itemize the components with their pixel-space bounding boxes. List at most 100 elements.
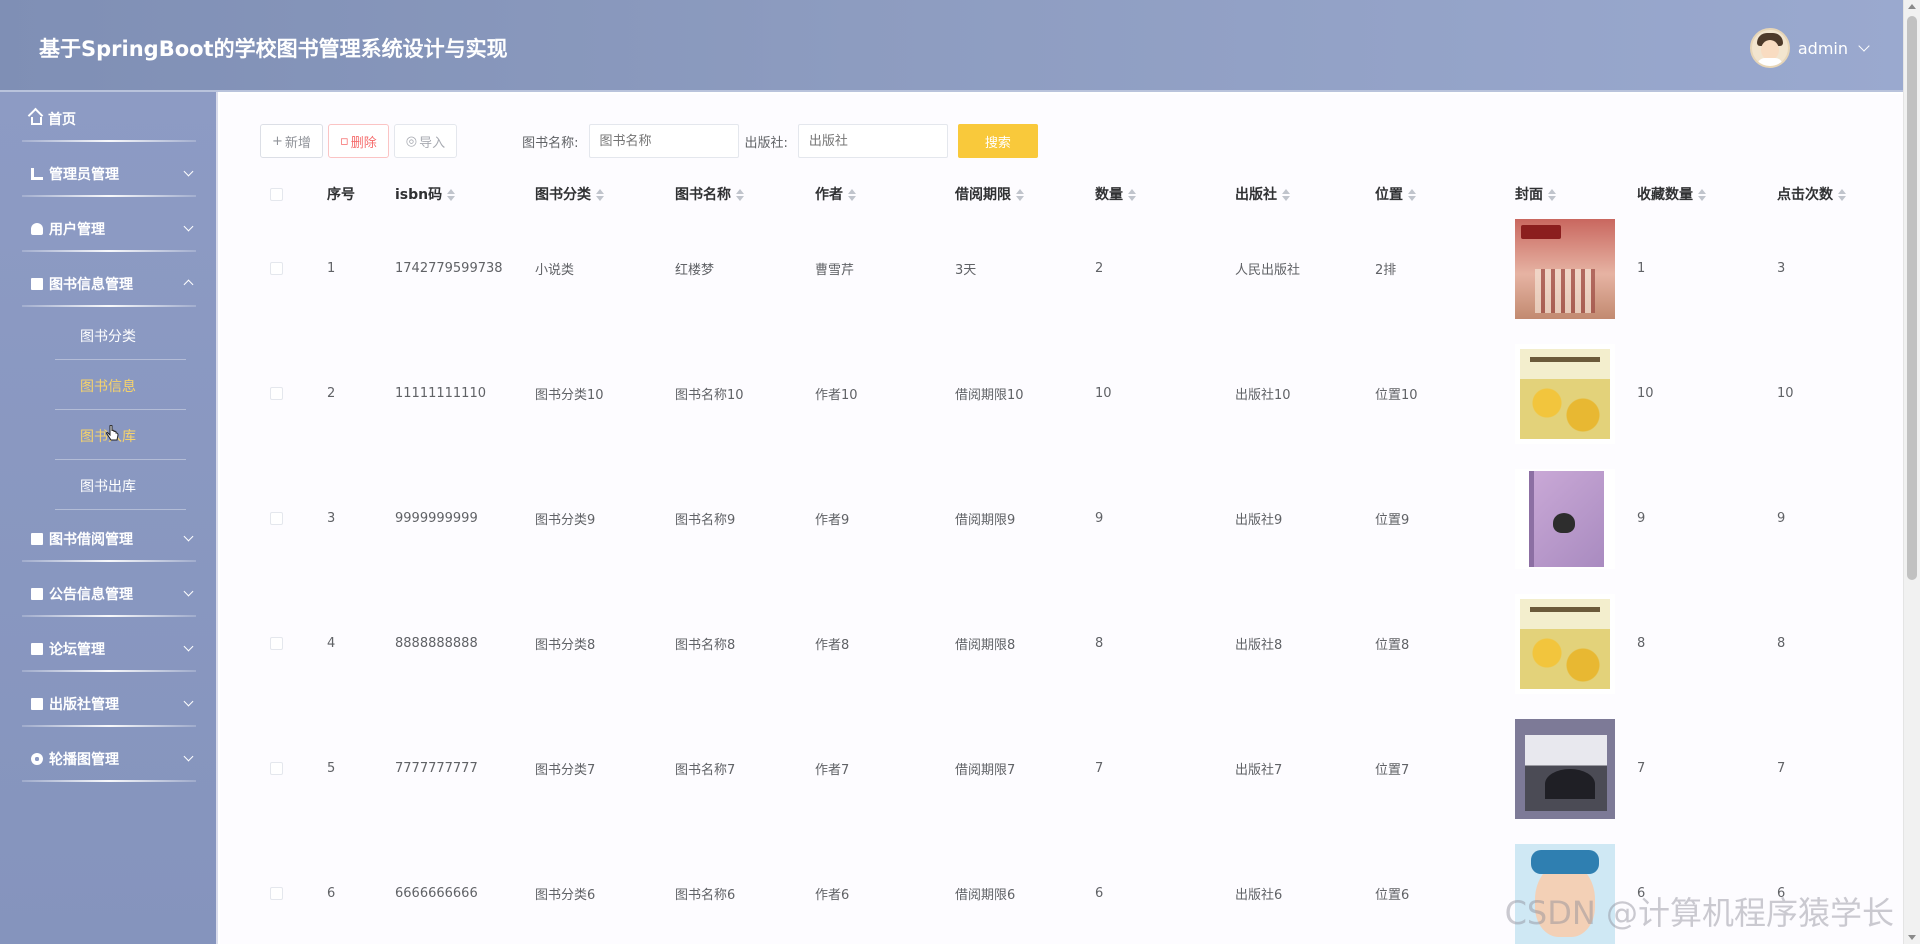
sidebar-item-book-info[interactable]: 图书信息管理 <box>0 256 216 311</box>
username[interactable]: admin <box>1798 39 1848 58</box>
column-header-author[interactable]: 作者 <box>815 184 955 204</box>
scroll-down-icon[interactable] <box>1908 935 1916 940</box>
book-cover-image[interactable] <box>1515 593 1615 694</box>
cell-isbn: 7777777777 <box>395 761 478 776</box>
page-scrollbar[interactable] <box>1903 0 1920 944</box>
sort-icon[interactable] <box>1128 189 1136 201</box>
sidebar-subitem-book-category[interactable]: 图书分类 <box>0 311 216 361</box>
column-header-name[interactable]: 图书名称 <box>675 184 815 204</box>
sort-icon[interactable] <box>1016 189 1024 201</box>
sort-icon[interactable] <box>1282 189 1290 201</box>
scroll-up-icon[interactable] <box>1908 4 1916 9</box>
chevron-down-icon <box>183 531 194 542</box>
sort-icon[interactable] <box>848 189 856 201</box>
sort-icon[interactable] <box>1838 189 1846 201</box>
cell-favorites: 1 <box>1637 261 1646 276</box>
sidebar-item-label: 图书信息管理 <box>49 276 133 293</box>
sidebar-item-publisher[interactable]: 出版社管理 <box>0 676 216 731</box>
book-cover-image[interactable] <box>1515 343 1615 444</box>
column-header-period[interactable]: 借阅期限 <box>955 184 1095 204</box>
carousel-icon <box>31 752 43 765</box>
book-cover-image[interactable] <box>1515 218 1615 319</box>
table-row[interactable]: 1 1742779599738 小说类 红楼梦 曹雪芹 3天 2 人民出版社 2… <box>260 206 1880 331</box>
sort-icon[interactable] <box>736 189 744 201</box>
column-header-qty[interactable]: 数量 <box>1095 184 1235 204</box>
cell-isbn: 8888888888 <box>395 636 478 651</box>
cell-idx: 1 <box>327 261 336 276</box>
sidebar-item-label: 首页 <box>48 112 76 128</box>
cell-isbn: 9999999999 <box>395 511 478 526</box>
cell-publisher: 出版社10 <box>1235 388 1291 403</box>
sidebar-subitem-label: 图书信息 <box>80 379 136 395</box>
select-all-checkbox[interactable] <box>270 187 283 201</box>
sidebar-item-forum[interactable]: 论坛管理 <box>0 621 216 676</box>
table-row[interactable]: 5 7777777777 图书分类7 图书名称7 作者7 借阅期限7 7 出版社… <box>260 706 1880 831</box>
tree-icon <box>31 167 43 180</box>
book-name-input[interactable] <box>588 124 739 158</box>
row-checkbox[interactable] <box>270 262 283 275</box>
sidebar-item-home[interactable]: 首页 <box>0 92 216 146</box>
row-checkbox[interactable] <box>270 637 283 650</box>
sidebar-item-label: 公告信息管理 <box>49 586 133 603</box>
column-header-label: 封面 <box>1515 187 1543 203</box>
trash-icon: ▫ <box>339 133 349 149</box>
publisher-input[interactable] <box>797 124 948 158</box>
column-header-category[interactable]: 图书分类 <box>535 184 675 204</box>
cell-name: 图书名称10 <box>675 388 744 403</box>
add-button[interactable]: + 新增 <box>260 124 323 158</box>
column-header-clicks[interactable]: 点击次数 <box>1777 184 1877 204</box>
sort-icon[interactable] <box>1548 189 1556 201</box>
scrollbar-thumb[interactable] <box>1907 16 1917 580</box>
cell-category: 图书分类7 <box>535 763 596 778</box>
column-header-favorites[interactable]: 收藏数量 <box>1637 184 1777 204</box>
row-checkbox[interactable] <box>270 387 283 400</box>
search-button[interactable]: 搜索 <box>957 124 1038 158</box>
column-header-label: 位置 <box>1375 187 1403 203</box>
column-header-label: 点击次数 <box>1777 187 1833 203</box>
cell-category: 图书分类9 <box>535 513 596 528</box>
cell-author: 作者9 <box>815 513 850 528</box>
column-header-label: 图书分类 <box>535 187 591 203</box>
table-row[interactable]: 3 9999999999 图书分类9 图书名称9 作者9 借阅期限9 9 出版社… <box>260 456 1880 581</box>
sort-icon[interactable] <box>596 189 604 201</box>
sidebar-subitem-label: 图书出库 <box>80 479 136 495</box>
cell-author: 曹雪芹 <box>815 263 855 278</box>
row-checkbox[interactable] <box>270 762 283 775</box>
user-menu[interactable]: admin <box>1749 28 1870 68</box>
delete-button[interactable]: ▫ 删除 <box>327 124 389 158</box>
column-header-label: 作者 <box>815 187 843 203</box>
chevron-down-icon[interactable] <box>1858 40 1870 52</box>
sidebar-item-notice[interactable]: 公告信息管理 <box>0 566 216 621</box>
chevron-down-icon <box>183 586 194 597</box>
sidebar-item-label: 管理员管理 <box>49 166 119 183</box>
cell-isbn: 6666666666 <box>395 886 478 901</box>
avatar[interactable] <box>1749 28 1790 68</box>
table-row[interactable]: 2 11111111110 图书分类10 图书名称10 作者10 借阅期限10 … <box>260 331 1880 456</box>
column-header-isbn[interactable]: isbn码 <box>395 184 535 204</box>
book-icon <box>31 532 43 545</box>
table-row[interactable]: 4 8888888888 图书分类8 图书名称8 作者8 借阅期限8 8 出版社… <box>260 581 1880 706</box>
import-button[interactable]: ◎ 导入 <box>393 124 458 158</box>
table-body: 1 1742779599738 小说类 红楼梦 曹雪芹 3天 2 人民出版社 2… <box>260 206 1880 944</box>
sort-icon[interactable] <box>1698 189 1706 201</box>
cell-period: 借阅期限8 <box>955 638 1016 653</box>
sidebar-item-borrow[interactable]: 图书借阅管理 <box>0 511 216 566</box>
book-cover-image[interactable] <box>1515 468 1615 569</box>
notice-icon <box>31 587 43 600</box>
column-header-location[interactable]: 位置 <box>1375 184 1515 204</box>
sort-icon[interactable] <box>1408 189 1416 201</box>
cell-favorites: 10 <box>1637 386 1654 401</box>
sidebar-subitem-book-info[interactable]: 图书信息 <box>0 361 216 411</box>
sort-icon[interactable] <box>447 189 456 201</box>
sidebar-item-users[interactable]: 用户管理 <box>0 201 216 256</box>
book-cover-image[interactable] <box>1515 718 1615 819</box>
column-header-publisher[interactable]: 出版社 <box>1235 184 1375 204</box>
row-checkbox[interactable] <box>270 512 283 525</box>
sidebar-subitem-book-stock-out[interactable]: 图书出库 <box>0 461 216 511</box>
sidebar-subitem-label: 图书分类 <box>80 329 136 345</box>
row-checkbox[interactable] <box>270 887 283 900</box>
column-header-cover[interactable]: 封面 <box>1515 184 1637 204</box>
sidebar-item-carousel[interactable]: 轮播图管理 <box>0 731 216 786</box>
sidebar-item-admin[interactable]: 管理员管理 <box>0 146 216 201</box>
plus-icon: + <box>272 133 283 149</box>
